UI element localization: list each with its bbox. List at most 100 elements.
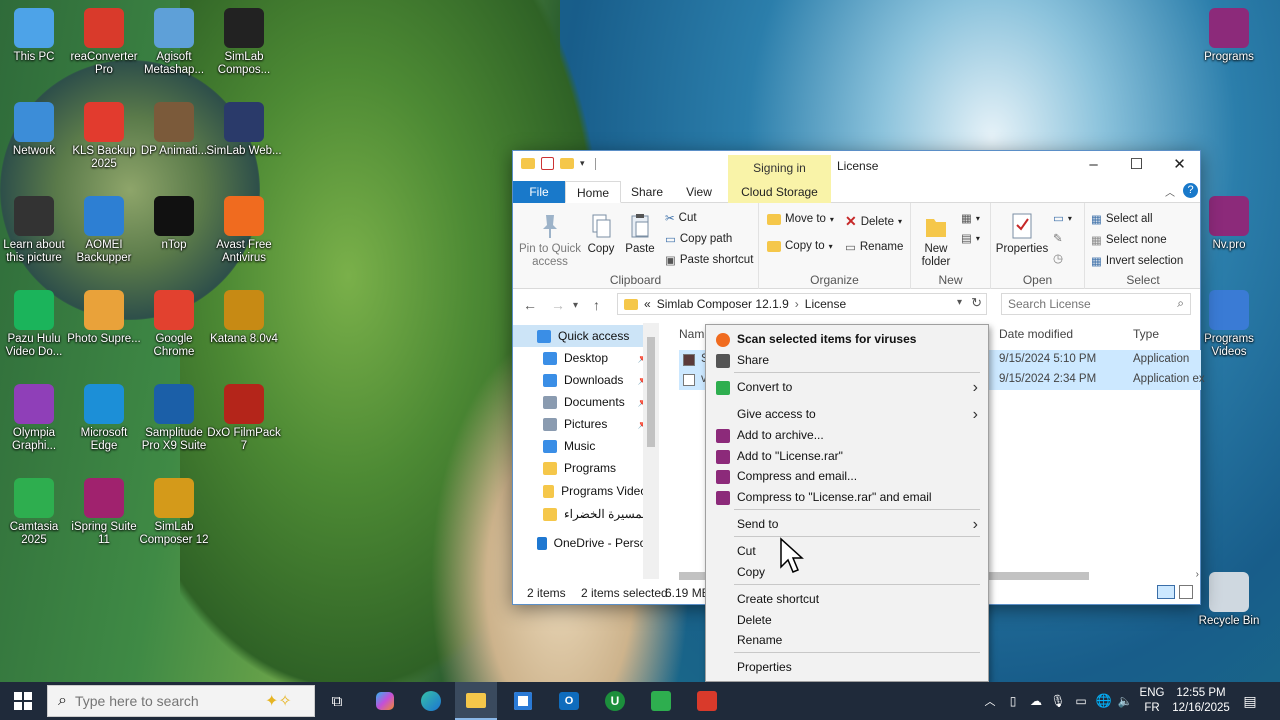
properties-button[interactable]: Properties	[995, 211, 1049, 256]
desktop-icon[interactable]: Avast Free Antivirus	[206, 196, 282, 265]
paste-shortcut-button[interactable]: ▣ Paste shortcut	[665, 253, 753, 267]
copilot-icon[interactable]	[370, 682, 400, 720]
start-button[interactable]	[0, 682, 46, 720]
desktop-icon[interactable]: SimLab Web...	[206, 102, 282, 158]
history-button[interactable]: ◷	[1053, 251, 1063, 265]
context-menu-item[interactable]: Cut	[706, 541, 988, 562]
nav-item[interactable]: Pictures📌	[513, 413, 653, 435]
address-dropdown-icon[interactable]: ▾	[957, 297, 962, 308]
column-date-modified[interactable]: Date modified	[999, 327, 1073, 341]
context-menu-item[interactable]: Compress to "License.rar" and email	[706, 487, 988, 508]
properties-check-icon[interactable]	[541, 157, 554, 170]
volume-icon[interactable]: 🔈	[1116, 682, 1134, 720]
context-menu-item[interactable]: Send to ›	[706, 514, 988, 535]
scroll-right-icon[interactable]: ›	[1196, 569, 1199, 580]
nav-item[interactable]: Quick access	[513, 325, 653, 347]
desktop-icon[interactable]: Samplitude Pro X9 Suite	[136, 384, 212, 453]
move-to-button[interactable]: Move to ▾	[767, 213, 834, 225]
search-box[interactable]: ⌕	[1001, 293, 1191, 315]
desktop-icon[interactable]: KLS Backup 2025	[66, 102, 142, 171]
outlook-icon[interactable]: O	[554, 682, 584, 720]
nav-item[interactable]: Documents📌	[513, 391, 653, 413]
maximize-button[interactable]: ☐	[1115, 151, 1158, 181]
file-explorer-taskbar-icon[interactable]	[455, 682, 497, 720]
desktop-icon[interactable]: nTop	[136, 196, 212, 252]
desktop-icon[interactable]: reaConverter Pro	[66, 8, 142, 77]
tab-share[interactable]: Share	[629, 181, 665, 203]
nav-item[interactable]: المسيرة الخضراء	[513, 503, 653, 525]
desktop-icon[interactable]: Microsoft Edge	[66, 384, 142, 453]
delete-button[interactable]: ✕ Delete ▾	[845, 213, 902, 230]
copy-path-button[interactable]: ▭ Copy path	[665, 232, 732, 246]
recorder-taskbar-icon[interactable]	[692, 682, 722, 720]
edge-taskbar-icon[interactable]	[416, 682, 446, 720]
new-folder-button[interactable]: New folder	[917, 211, 955, 269]
edit-button[interactable]: ✎	[1053, 231, 1063, 245]
globe-icon[interactable]: 🌐	[1094, 682, 1114, 720]
context-menu-item[interactable]: Rename	[706, 630, 988, 651]
context-menu-item[interactable]: Convert to ›	[706, 377, 988, 398]
context-menu-item[interactable]: Delete	[706, 610, 988, 631]
show-hidden-icons-icon[interactable]: ︿	[982, 682, 998, 720]
breadcrumb-license[interactable]: License	[805, 297, 846, 311]
desktop-icon[interactable]: Nv.pro	[1191, 196, 1267, 252]
minimize-button[interactable]: –	[1072, 151, 1115, 181]
invert-selection-button[interactable]: ▦ Invert selection	[1091, 254, 1183, 268]
tab-home[interactable]: Home	[565, 181, 621, 203]
desktop-icon[interactable]: Network	[0, 102, 72, 158]
help-icon[interactable]: ?	[1183, 183, 1198, 198]
desktop-icon[interactable]: Pazu Hulu Video Do...	[0, 290, 72, 359]
language-indicator[interactable]: ENG FR	[1136, 686, 1168, 716]
desktop-icon[interactable]: DxO FilmPack 7	[206, 384, 282, 453]
new-folder-icon[interactable]	[560, 158, 574, 169]
desktop-icon[interactable]: DP Animati...	[136, 102, 212, 158]
context-menu-item[interactable]: Compress and email...	[706, 466, 988, 487]
pin-quick-access-button[interactable]: Pin to Quick access	[517, 211, 583, 269]
nav-item[interactable]: Music	[513, 435, 653, 457]
address-bar[interactable]: « Simlab Composer 12.1.9 › License ▾ ↻	[617, 293, 987, 315]
context-menu-item[interactable]: Scan selected items for viruses	[706, 329, 988, 350]
store-icon[interactable]	[508, 682, 538, 720]
column-type[interactable]: Type	[1133, 327, 1159, 341]
context-menu-item[interactable]: Copy	[706, 562, 988, 583]
camtasia-taskbar-icon[interactable]	[646, 682, 676, 720]
copy-to-button[interactable]: Copy to ▾	[767, 240, 833, 252]
desktop-icon[interactable]: Recycle Bin	[1191, 572, 1267, 628]
context-menu-item[interactable]: Properties	[706, 657, 988, 678]
open-button[interactable]: ▭ ▾	[1053, 211, 1072, 225]
close-button[interactable]: ✕	[1158, 151, 1201, 181]
cloud-icon[interactable]: ☁	[1026, 682, 1046, 720]
search-input[interactable]	[1002, 294, 1162, 314]
paste-button[interactable]: Paste	[623, 211, 657, 256]
desktop-icon[interactable]: Programs Videos	[1191, 290, 1267, 359]
qat-dropdown-icon[interactable]: ▾	[580, 158, 585, 169]
task-view-icon[interactable]: ⧉	[322, 682, 352, 720]
microphone-icon[interactable]: 🎙	[1050, 682, 1066, 720]
tab-cloud-storage[interactable]: Cloud Storage	[728, 181, 831, 203]
nav-item[interactable]: Programs	[513, 457, 653, 479]
context-menu-item[interactable]: Give access to ›	[706, 404, 988, 425]
easy-access-button[interactable]: ▤ ▾	[961, 231, 980, 245]
notifications-icon[interactable]: ▤	[1238, 682, 1262, 720]
collapse-ribbon-icon[interactable]: ︿	[1165, 184, 1175, 199]
desktop-icon[interactable]: Photo Supre...	[66, 290, 142, 346]
taskbar-search-input[interactable]	[74, 693, 245, 709]
back-button[interactable]: ←	[523, 297, 537, 313]
forward-button[interactable]: →	[551, 297, 565, 313]
context-menu-item[interactable]: Add to "License.rar"	[706, 446, 988, 467]
network-tray-icon[interactable]: ▭	[1070, 682, 1092, 720]
desktop-icon[interactable]: Agisoft Metashap...	[136, 8, 212, 77]
desktop-icon[interactable]: Camtasia 2025	[0, 478, 72, 547]
rename-button[interactable]: ▭ Rename	[845, 240, 903, 254]
select-all-button[interactable]: ▦ Select all	[1091, 212, 1153, 226]
copy-button[interactable]: Copy	[585, 211, 617, 256]
nav-scrollbar[interactable]	[643, 323, 659, 579]
nav-item[interactable]: Downloads📌	[513, 369, 653, 391]
desktop-icon[interactable]: Programs	[1191, 8, 1267, 64]
cut-button[interactable]: ✂ Cut	[665, 211, 697, 225]
column-name[interactable]: Nam	[679, 327, 704, 341]
new-item-button[interactable]: ▦ ▾	[961, 211, 980, 225]
details-view-icon[interactable]	[1157, 585, 1175, 599]
nav-item[interactable]: Programs Videos	[513, 480, 653, 502]
large-icons-view-icon[interactable]	[1179, 585, 1193, 599]
